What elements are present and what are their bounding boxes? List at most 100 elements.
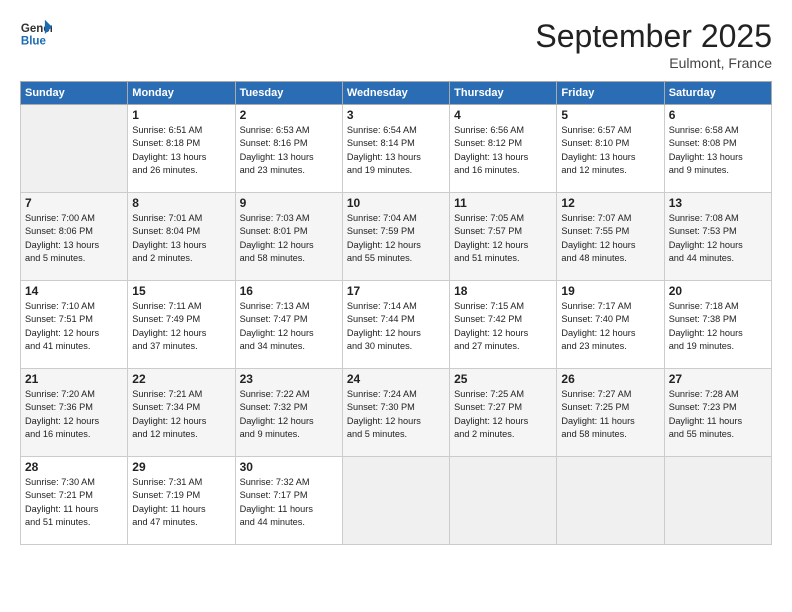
day-number: 9 <box>240 196 338 210</box>
day-info: Sunrise: 7:24 AM Sunset: 7:30 PM Dayligh… <box>347 388 445 441</box>
calendar-cell: 22Sunrise: 7:21 AM Sunset: 7:34 PM Dayli… <box>128 369 235 457</box>
day-info: Sunrise: 7:20 AM Sunset: 7:36 PM Dayligh… <box>25 388 123 441</box>
weekday-header-saturday: Saturday <box>664 82 771 105</box>
header: General Blue September 2025 Eulmont, Fra… <box>20 18 772 71</box>
weekday-header-monday: Monday <box>128 82 235 105</box>
day-number: 28 <box>25 460 123 474</box>
calendar-cell: 2 Sunrise: 6:53 AM Sunset: 8:16 PM Daylig… <box>235 105 342 193</box>
calendar-cell: 21 Sunrise: 7:20 AM Sunset: 7:36 PM Dayli… <box>21 369 128 457</box>
weekday-header-friday: Friday <box>557 82 664 105</box>
calendar-cell: 14 Sunrise: 7:10 AM Sunset: 7:51 PM Dayli… <box>21 281 128 369</box>
day-number: 29 <box>132 460 230 474</box>
day-info: Sunrise: 7:07 AM Sunset: 7:55 PM Dayligh… <box>561 212 659 265</box>
calendar-cell: 12 Sunrise: 7:07 AM Sunset: 7:55 PM Dayli… <box>557 193 664 281</box>
calendar-cell: 11Sunrise: 7:05 AM Sunset: 7:57 PM Dayli… <box>450 193 557 281</box>
calendar-cell: 9 Sunrise: 7:03 AM Sunset: 8:01 PM Daylig… <box>235 193 342 281</box>
day-number: 25 <box>454 372 552 386</box>
calendar-cell <box>21 105 128 193</box>
calendar-cell: 3Sunrise: 6:54 AM Sunset: 8:14 PM Daylig… <box>342 105 449 193</box>
day-number: 17 <box>347 284 445 298</box>
title-block: September 2025 Eulmont, France <box>535 18 772 71</box>
weekday-header-sunday: Sunday <box>21 82 128 105</box>
page: General Blue September 2025 Eulmont, Fra… <box>0 0 792 612</box>
calendar-cell: 4 Sunrise: 6:56 AM Sunset: 8:12 PM Daylig… <box>450 105 557 193</box>
calendar-cell: 10Sunrise: 7:04 AM Sunset: 7:59 PM Dayli… <box>342 193 449 281</box>
day-info: Sunrise: 6:56 AM Sunset: 8:12 PM Dayligh… <box>454 124 552 177</box>
calendar-cell: 5Sunrise: 6:57 AM Sunset: 8:10 PM Daylig… <box>557 105 664 193</box>
weekday-header-wednesday: Wednesday <box>342 82 449 105</box>
calendar-cell: 23 Sunrise: 7:22 AM Sunset: 7:32 PM Dayli… <box>235 369 342 457</box>
logo: General Blue <box>20 18 52 50</box>
day-info: Sunrise: 7:10 AM Sunset: 7:51 PM Dayligh… <box>25 300 123 353</box>
day-number: 22 <box>132 372 230 386</box>
day-info: Sunrise: 7:13 AM Sunset: 7:47 PM Dayligh… <box>240 300 338 353</box>
day-info: Sunrise: 7:03 AM Sunset: 8:01 PM Dayligh… <box>240 212 338 265</box>
day-number: 4 <box>454 108 552 122</box>
calendar-cell: 20 Sunrise: 7:18 AM Sunset: 7:38 PM Dayli… <box>664 281 771 369</box>
day-number: 24 <box>347 372 445 386</box>
day-info: Sunrise: 6:51 AM Sunset: 8:18 PM Dayligh… <box>132 124 230 177</box>
day-info: Sunrise: 7:01 AM Sunset: 8:04 PM Dayligh… <box>132 212 230 265</box>
day-number: 1 <box>132 108 230 122</box>
day-number: 21 <box>25 372 123 386</box>
day-info: Sunrise: 6:53 AM Sunset: 8:16 PM Dayligh… <box>240 124 338 177</box>
calendar-cell: 28 Sunrise: 7:30 AM Sunset: 7:21 PM Dayli… <box>21 457 128 545</box>
calendar-cell: 13Sunrise: 7:08 AM Sunset: 7:53 PM Dayli… <box>664 193 771 281</box>
calendar-week-4: 28 Sunrise: 7:30 AM Sunset: 7:21 PM Dayli… <box>21 457 772 545</box>
day-info: Sunrise: 7:28 AM Sunset: 7:23 PM Dayligh… <box>669 388 767 441</box>
calendar-cell: 17 Sunrise: 7:14 AM Sunset: 7:44 PM Dayli… <box>342 281 449 369</box>
day-number: 30 <box>240 460 338 474</box>
calendar-week-2: 14 Sunrise: 7:10 AM Sunset: 7:51 PM Dayli… <box>21 281 772 369</box>
day-number: 14 <box>25 284 123 298</box>
day-info: Sunrise: 7:15 AM Sunset: 7:42 PM Dayligh… <box>454 300 552 353</box>
day-info: Sunrise: 7:22 AM Sunset: 7:32 PM Dayligh… <box>240 388 338 441</box>
day-info: Sunrise: 7:11 AM Sunset: 7:49 PM Dayligh… <box>132 300 230 353</box>
day-info: Sunrise: 6:58 AM Sunset: 8:08 PM Dayligh… <box>669 124 767 177</box>
day-number: 23 <box>240 372 338 386</box>
calendar-cell <box>557 457 664 545</box>
calendar-cell: 26Sunrise: 7:27 AM Sunset: 7:25 PM Dayli… <box>557 369 664 457</box>
day-number: 27 <box>669 372 767 386</box>
day-number: 7 <box>25 196 123 210</box>
calendar-cell: 1 Sunrise: 6:51 AM Sunset: 8:18 PM Daylig… <box>128 105 235 193</box>
calendar-cell: 6 Sunrise: 6:58 AM Sunset: 8:08 PM Daylig… <box>664 105 771 193</box>
day-info: Sunrise: 7:25 AM Sunset: 7:27 PM Dayligh… <box>454 388 552 441</box>
day-number: 12 <box>561 196 659 210</box>
day-info: Sunrise: 7:30 AM Sunset: 7:21 PM Dayligh… <box>25 476 123 529</box>
calendar-week-0: 1 Sunrise: 6:51 AM Sunset: 8:18 PM Daylig… <box>21 105 772 193</box>
day-number: 15 <box>132 284 230 298</box>
day-info: Sunrise: 6:54 AM Sunset: 8:14 PM Dayligh… <box>347 124 445 177</box>
calendar-cell <box>664 457 771 545</box>
day-number: 2 <box>240 108 338 122</box>
calendar: SundayMondayTuesdayWednesdayThursdayFrid… <box>20 81 772 545</box>
calendar-cell: 29 Sunrise: 7:31 AM Sunset: 7:19 PM Dayli… <box>128 457 235 545</box>
day-number: 18 <box>454 284 552 298</box>
calendar-cell: 27 Sunrise: 7:28 AM Sunset: 7:23 PM Dayli… <box>664 369 771 457</box>
day-info: Sunrise: 6:57 AM Sunset: 8:10 PM Dayligh… <box>561 124 659 177</box>
calendar-cell <box>450 457 557 545</box>
calendar-cell: 25 Sunrise: 7:25 AM Sunset: 7:27 PM Dayli… <box>450 369 557 457</box>
day-info: Sunrise: 7:04 AM Sunset: 7:59 PM Dayligh… <box>347 212 445 265</box>
calendar-cell: 7 Sunrise: 7:00 AM Sunset: 8:06 PM Daylig… <box>21 193 128 281</box>
day-info: Sunrise: 7:14 AM Sunset: 7:44 PM Dayligh… <box>347 300 445 353</box>
day-info: Sunrise: 7:00 AM Sunset: 8:06 PM Dayligh… <box>25 212 123 265</box>
day-number: 6 <box>669 108 767 122</box>
day-info: Sunrise: 7:17 AM Sunset: 7:40 PM Dayligh… <box>561 300 659 353</box>
day-number: 26 <box>561 372 659 386</box>
svg-text:Blue: Blue <box>21 36 47 48</box>
calendar-week-3: 21 Sunrise: 7:20 AM Sunset: 7:36 PM Dayli… <box>21 369 772 457</box>
calendar-cell: 24 Sunrise: 7:24 AM Sunset: 7:30 PM Dayli… <box>342 369 449 457</box>
day-number: 11 <box>454 196 552 210</box>
day-number: 19 <box>561 284 659 298</box>
month-title: September 2025 <box>535 18 772 55</box>
day-number: 16 <box>240 284 338 298</box>
calendar-cell: 30Sunrise: 7:32 AM Sunset: 7:17 PM Dayli… <box>235 457 342 545</box>
subtitle: Eulmont, France <box>535 55 772 71</box>
day-info: Sunrise: 7:18 AM Sunset: 7:38 PM Dayligh… <box>669 300 767 353</box>
day-info: Sunrise: 7:08 AM Sunset: 7:53 PM Dayligh… <box>669 212 767 265</box>
calendar-cell <box>342 457 449 545</box>
day-number: 8 <box>132 196 230 210</box>
day-info: Sunrise: 7:31 AM Sunset: 7:19 PM Dayligh… <box>132 476 230 529</box>
day-number: 20 <box>669 284 767 298</box>
calendar-week-1: 7 Sunrise: 7:00 AM Sunset: 8:06 PM Daylig… <box>21 193 772 281</box>
